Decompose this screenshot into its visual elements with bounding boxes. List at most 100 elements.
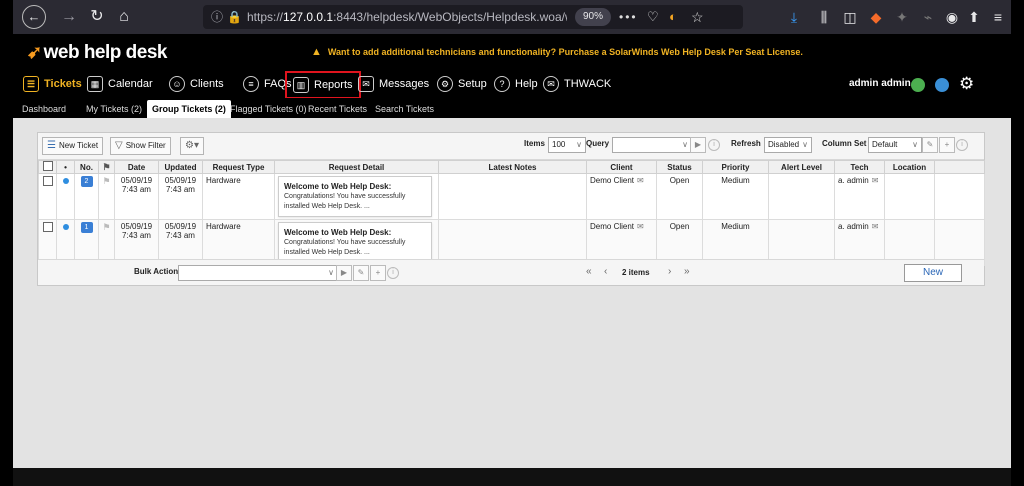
tech-name[interactable]: a. admin: [838, 222, 869, 231]
header-location[interactable]: Location: [884, 160, 935, 174]
sidebar-icon[interactable]: ◫: [839, 5, 861, 29]
select-all-header[interactable]: [38, 160, 57, 174]
lock-warning-icon[interactable]: 🔒: [227, 5, 242, 29]
header-tech[interactable]: Tech: [834, 160, 885, 174]
tab-dashboard[interactable]: Dashboard: [17, 100, 71, 118]
tab-search-tickets[interactable]: Search Tickets: [370, 100, 439, 118]
home-button[interactable]: ⌂: [112, 5, 136, 29]
last-page-icon[interactable]: »: [684, 266, 690, 277]
settings-menu-button[interactable]: ⚙▾: [180, 137, 204, 155]
first-page-icon[interactable]: «: [586, 266, 592, 277]
header-request-detail[interactable]: Request Detail: [274, 160, 439, 174]
bulk-action-select[interactable]: ∨: [178, 265, 338, 281]
request-detail-box[interactable]: Welcome to Web Help Desk: Congratulations…: [278, 222, 432, 263]
tab-recent-tickets[interactable]: Recent Tickets: [303, 100, 372, 118]
add-bulk-action-icon[interactable]: +: [370, 265, 386, 281]
flag-cell[interactable]: ⚑: [98, 173, 115, 220]
ticket-number-cell[interactable]: 2: [74, 173, 99, 220]
nav-thwack[interactable]: ✉ THWACK: [543, 74, 611, 94]
previous-page-icon[interactable]: ‹: [604, 266, 607, 277]
run-query-button[interactable]: ▶: [690, 137, 706, 153]
extension-2-icon[interactable]: ⌁: [917, 5, 939, 29]
tech-email-icon[interactable]: ✉: [872, 222, 879, 231]
bookmark-star-icon[interactable]: ☆: [691, 5, 704, 29]
new-ticket-button[interactable]: ☰ New Ticket: [42, 137, 104, 155]
header-no[interactable]: No.: [74, 160, 99, 174]
ticket-number[interactable]: 2: [80, 176, 93, 187]
edit-bulk-action-icon[interactable]: ✎: [353, 265, 369, 281]
client-name[interactable]: Demo Client: [590, 176, 634, 185]
flag-icon[interactable]: ⚑: [102, 222, 110, 232]
page-actions-menu[interactable]: •••: [619, 5, 638, 29]
header-date[interactable]: Date: [114, 160, 159, 174]
header-client[interactable]: Client: [586, 160, 657, 174]
nav-tickets[interactable]: ☰ Tickets: [23, 74, 82, 94]
admin-status-icon[interactable]: [911, 78, 925, 92]
add-column-set-icon[interactable]: +: [939, 137, 955, 153]
nav-reports[interactable]: ▥ Reports: [285, 71, 361, 99]
extension-fox-icon[interactable]: ◆: [865, 5, 887, 29]
row-checkbox[interactable]: [42, 176, 53, 186]
column-set-select[interactable]: Default ∨: [868, 137, 922, 153]
ticket-number[interactable]: 1: [80, 222, 93, 233]
nav-calendar[interactable]: ▦ Calendar: [87, 74, 153, 94]
flag-header[interactable]: ⚑: [98, 160, 115, 174]
client-cell[interactable]: Demo Client ✉: [586, 173, 657, 220]
url-text[interactable]: https://127.0.0.1:8443/helpdesk/WebObjec…: [247, 5, 567, 29]
library-icon[interactable]: ⫼: [813, 5, 835, 29]
nav-messages[interactable]: ✉ Messages: [358, 74, 429, 94]
header-status[interactable]: Status: [656, 160, 703, 174]
tab-my-tickets[interactable]: My Tickets (2): [81, 100, 147, 118]
row-checkbox[interactable]: [42, 222, 53, 232]
client-email-icon[interactable]: ✉: [637, 222, 644, 231]
license-message[interactable]: ▲ Want to add additional technicians and …: [311, 46, 803, 58]
gear-icon[interactable]: ⚙: [959, 74, 974, 94]
row-checkbox-cell[interactable]: [38, 173, 57, 220]
client-name[interactable]: Demo Client: [590, 222, 634, 231]
header-latest-notes[interactable]: Latest Notes: [438, 160, 587, 174]
request-detail-box[interactable]: Welcome to Web Help Desk: Congratulations…: [278, 176, 432, 217]
tech-email-icon[interactable]: ✉: [872, 176, 879, 185]
run-bulk-action-button[interactable]: ▶: [336, 265, 352, 281]
query-info-icon[interactable]: i: [708, 139, 720, 151]
show-filter-button[interactable]: ▽ Show Filter: [110, 137, 171, 155]
extension-icon[interactable]: ✦: [891, 5, 913, 29]
pocket-icon[interactable]: ♡: [647, 5, 659, 29]
info-icon[interactable]: ⓘ: [211, 5, 223, 29]
header-updated[interactable]: Updated: [158, 160, 203, 174]
tech-cell[interactable]: a. admin ✉: [834, 173, 885, 220]
hamburger-menu-icon[interactable]: ≡: [987, 5, 1009, 29]
url-bar[interactable]: ⓘ 🔒 https://127.0.0.1:8443/helpdesk/WebO…: [203, 5, 743, 29]
tab-flagged-tickets[interactable]: Flagged Tickets (0): [225, 100, 312, 118]
table-row[interactable]: 2 ⚑ 05/09/19 7:43 am 05/09/19 7:43 am Hard…: [38, 173, 985, 220]
nav-setup[interactable]: ⚙ Setup: [437, 74, 487, 94]
refresh-select[interactable]: Disabled ∨: [764, 137, 812, 153]
shield-icon[interactable]: ⬆: [963, 5, 985, 29]
bulk-action-info-icon[interactable]: i: [387, 267, 399, 279]
admin-user-name[interactable]: admin admin: [849, 78, 911, 89]
header-priority[interactable]: Priority: [702, 160, 769, 174]
nav-clients[interactable]: ☺ Clients: [169, 74, 224, 94]
account-icon[interactable]: ◉: [941, 5, 963, 29]
back-button[interactable]: ←: [22, 5, 46, 29]
tech-name[interactable]: a. admin: [838, 176, 869, 185]
download-icon[interactable]: ⤓: [783, 5, 805, 29]
user-profile-icon[interactable]: [935, 78, 949, 92]
nav-help[interactable]: ? Help: [494, 74, 538, 94]
flag-icon[interactable]: ⚑: [102, 176, 110, 186]
forward-button[interactable]: →: [57, 5, 81, 29]
logo[interactable]: ➹ web help desk: [27, 42, 167, 64]
column-set-info-icon[interactable]: i: [956, 139, 968, 151]
select-all-checkbox[interactable]: [42, 161, 53, 171]
reload-button[interactable]: ↻: [85, 5, 109, 29]
items-select[interactable]: 100 ∨: [548, 137, 586, 153]
zoom-badge[interactable]: 90%: [575, 8, 612, 26]
query-select[interactable]: ∨: [612, 137, 692, 153]
client-email-icon[interactable]: ✉: [637, 176, 644, 185]
request-detail-cell[interactable]: Welcome to Web Help Desk: Congratulations…: [274, 173, 439, 220]
header-alert-level[interactable]: Alert Level: [768, 160, 835, 174]
edit-column-set-icon[interactable]: ✎: [922, 137, 938, 153]
tracking-protection-icon[interactable]: ◐: [669, 5, 677, 29]
next-page-icon[interactable]: ›: [668, 266, 671, 277]
tab-group-tickets[interactable]: Group Tickets (2): [147, 100, 231, 118]
